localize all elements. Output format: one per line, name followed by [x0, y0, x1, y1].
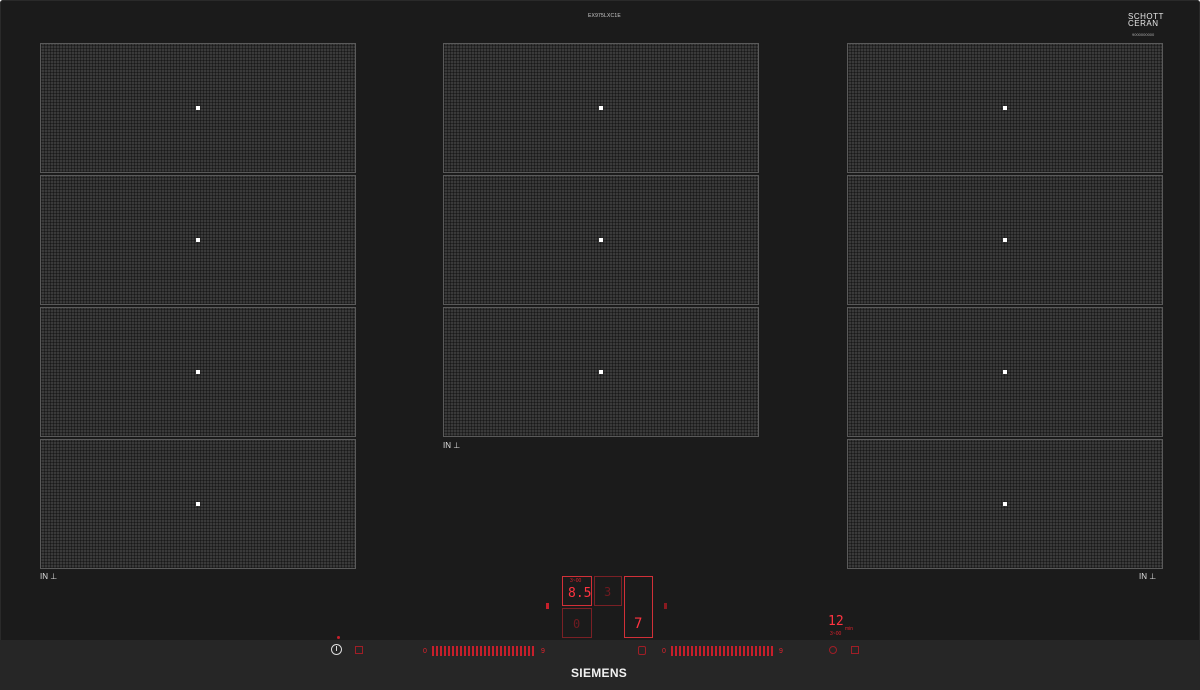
zone-center-dot: [196, 370, 200, 374]
zone-center-dot: [1003, 106, 1007, 110]
power-level-display-box[interactable]: 3~00 8.5: [562, 576, 592, 606]
cooking-zone-left-2[interactable]: [40, 175, 356, 305]
induction-coil-icon: ⊥: [1149, 572, 1157, 581]
boost-icon[interactable]: [638, 646, 646, 655]
cooking-zone-right-4[interactable]: [847, 439, 1163, 569]
power-level-value: 8.5: [568, 586, 592, 601]
zone-center-dot: [196, 106, 200, 110]
left-indicator-led: [546, 603, 549, 609]
left-slider-end: 9: [541, 648, 545, 655]
zone-center-dot: [1003, 502, 1007, 506]
timer-minutes-value: 12: [828, 614, 844, 629]
cooking-zone-left-4[interactable]: [40, 439, 356, 569]
cooking-zone-middle-1[interactable]: [443, 43, 759, 173]
lock-icon[interactable]: [355, 646, 363, 654]
induction-coil-icon: ⊥: [453, 441, 461, 450]
zone-center-dot: [196, 238, 200, 242]
cooking-zone-middle-3[interactable]: [443, 307, 759, 437]
siemens-logo: SIEMENS: [571, 666, 628, 680]
timer-minutes-unit: min: [845, 626, 854, 632]
induction-label-left: IN ⊥: [40, 572, 57, 581]
cooking-zone-right-2[interactable]: [847, 175, 1163, 305]
cooking-zone-middle-2[interactable]: [443, 175, 759, 305]
cooking-zone-left-3[interactable]: [40, 307, 356, 437]
cooking-zone-left-1[interactable]: [40, 43, 356, 173]
power-icon[interactable]: [331, 644, 342, 655]
induction-label-middle: IN ⊥: [443, 441, 460, 450]
cooking-zone-right-3[interactable]: [847, 307, 1163, 437]
secondary-value: 3: [604, 585, 612, 599]
zone-center-dot: [599, 370, 603, 374]
induction-text: IN: [443, 441, 451, 450]
zone-center-dot: [599, 238, 603, 242]
schott-ceran-logo: SCHOTT CERAN: [1128, 12, 1164, 28]
zone-center-dot: [1003, 370, 1007, 374]
zone-center-dot: [599, 106, 603, 110]
zone-center-dot: [1003, 238, 1007, 242]
induction-text: IN: [1139, 572, 1147, 581]
right-slider-start: 0: [662, 648, 666, 655]
induction-coil-icon: ⊥: [50, 572, 58, 581]
timer-icon[interactable]: [829, 646, 837, 654]
timer-small-text: 3~00: [570, 578, 582, 584]
cooking-zone-right-1[interactable]: [847, 43, 1163, 173]
zone-select-box[interactable]: 7: [624, 576, 653, 638]
cooktop-glass: EX975LXC1E SCHOTT CERAN 9000000000 IN ⊥ …: [0, 0, 1200, 690]
induction-text: IN: [40, 572, 48, 581]
menu-icon[interactable]: [851, 646, 859, 654]
induction-label-right: IN ⊥: [1139, 572, 1156, 581]
right-indicator-led: [664, 603, 667, 609]
power-slider-left[interactable]: [432, 646, 534, 656]
zero-display-box[interactable]: 0: [562, 608, 592, 638]
logo-subtext: 9000000000: [1132, 32, 1155, 37]
touch-control-strip: [0, 640, 1200, 690]
secondary-display-box[interactable]: 3: [594, 576, 622, 606]
model-number: EX975LXC1E: [588, 13, 621, 19]
power-slider-right[interactable]: [671, 646, 773, 656]
zero-value: 0: [573, 617, 581, 631]
power-indicator-led: [337, 636, 340, 639]
right-slider-end: 9: [779, 648, 783, 655]
timer-minutes-sub: 3~00: [830, 631, 842, 637]
zone-center-dot: [196, 502, 200, 506]
left-slider-start: 0: [423, 648, 427, 655]
zone-select-value: 7: [634, 616, 643, 632]
